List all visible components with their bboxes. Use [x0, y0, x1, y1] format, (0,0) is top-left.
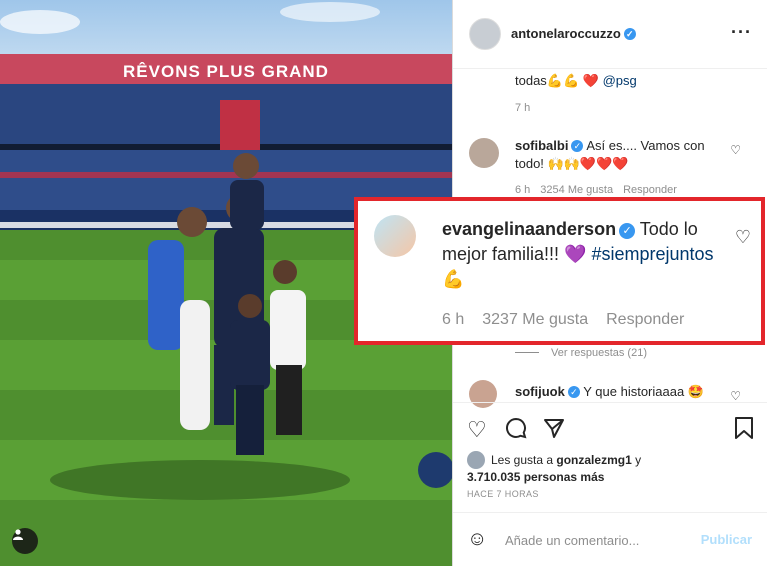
liked-by: Les gusta a gonzalezmg1 y 3.710.035 pers… — [467, 451, 642, 484]
view-replies-link[interactable]: Ver respuestas (21) — [515, 347, 647, 359]
verified-badge-icon: ✓ — [623, 28, 636, 40]
stadium-banner: RÊVONS PLUS GRAND — [123, 62, 329, 81]
comment-meta: 6 h 3254 Me gusta Responder — [515, 184, 677, 196]
commenter-username[interactable]: evangelinaanderson — [442, 219, 616, 239]
comment-text: todas💪💪 ❤️ @psg — [515, 73, 637, 88]
author-avatar[interactable] — [469, 18, 501, 50]
like-comment-heart-icon[interactable]: ♡ — [735, 227, 751, 248]
save-bookmark-icon[interactable] — [734, 417, 754, 445]
likes-count[interactable]: 3.710.035 personas más — [467, 470, 604, 484]
highlighted-comment: evangelinaanderson ✓ Todo lo mejor famili… — [354, 197, 765, 345]
hashtag-link[interactable]: #siemprejuntos — [591, 244, 713, 264]
commenter-avatar[interactable] — [469, 138, 499, 168]
user-tag-icon[interactable] — [12, 528, 38, 554]
share-send-icon[interactable] — [543, 417, 565, 445]
comment-text: sofijuok ✓ Y que historiaaaa 🤩 — [515, 384, 704, 399]
comment-bubble-icon[interactable] — [505, 417, 527, 445]
liker-avatar — [467, 451, 485, 469]
comment-text: evangelinaanderson ✓ Todo lo mejor famili… — [442, 219, 714, 289]
post-actions: ♡ Les gusta a gonzalezmg1 y 3.710.035 pe… — [453, 402, 767, 513]
liker-username[interactable]: gonzalezmg1 — [556, 453, 631, 467]
comment-meta: 6 h 3237 Me gusta Responder — [442, 311, 685, 328]
comment-text: sofibalbi ✓ Así es.... Vamos con todo! 🙌🙌… — [515, 138, 705, 171]
commenter-avatar[interactable] — [374, 215, 416, 257]
like-comment-heart-icon[interactable]: ♡ — [730, 143, 741, 157]
add-comment-bar: ☺ Publicar — [453, 512, 767, 567]
like-heart-icon[interactable]: ♡ — [467, 417, 487, 443]
publish-button[interactable]: Publicar — [701, 532, 752, 547]
like-comment-heart-icon[interactable]: ♡ — [730, 389, 741, 403]
commenter-username[interactable]: sofijuok — [515, 384, 565, 399]
author-username[interactable]: antonelaroccuzzo ✓ — [511, 26, 636, 41]
post-timestamp: HACE 7 HORAS — [467, 489, 539, 499]
mention-link[interactable]: @psg — [603, 73, 637, 88]
verified-badge-icon: ✓ — [567, 386, 580, 398]
reply-button[interactable]: Responder — [623, 184, 677, 196]
comment-time: 7 h — [515, 102, 531, 114]
post-header: antonelaroccuzzo ✓ ··· — [453, 0, 767, 69]
verified-badge-icon: ✓ — [619, 223, 636, 239]
more-options-icon[interactable]: ··· — [731, 22, 752, 43]
emoji-icon[interactable]: ☺ — [467, 528, 487, 551]
reply-button[interactable]: Responder — [606, 311, 684, 328]
comment-input[interactable] — [503, 528, 697, 552]
commenter-username[interactable]: sofibalbi — [515, 138, 568, 153]
verified-badge-icon: ✓ — [571, 140, 584, 152]
